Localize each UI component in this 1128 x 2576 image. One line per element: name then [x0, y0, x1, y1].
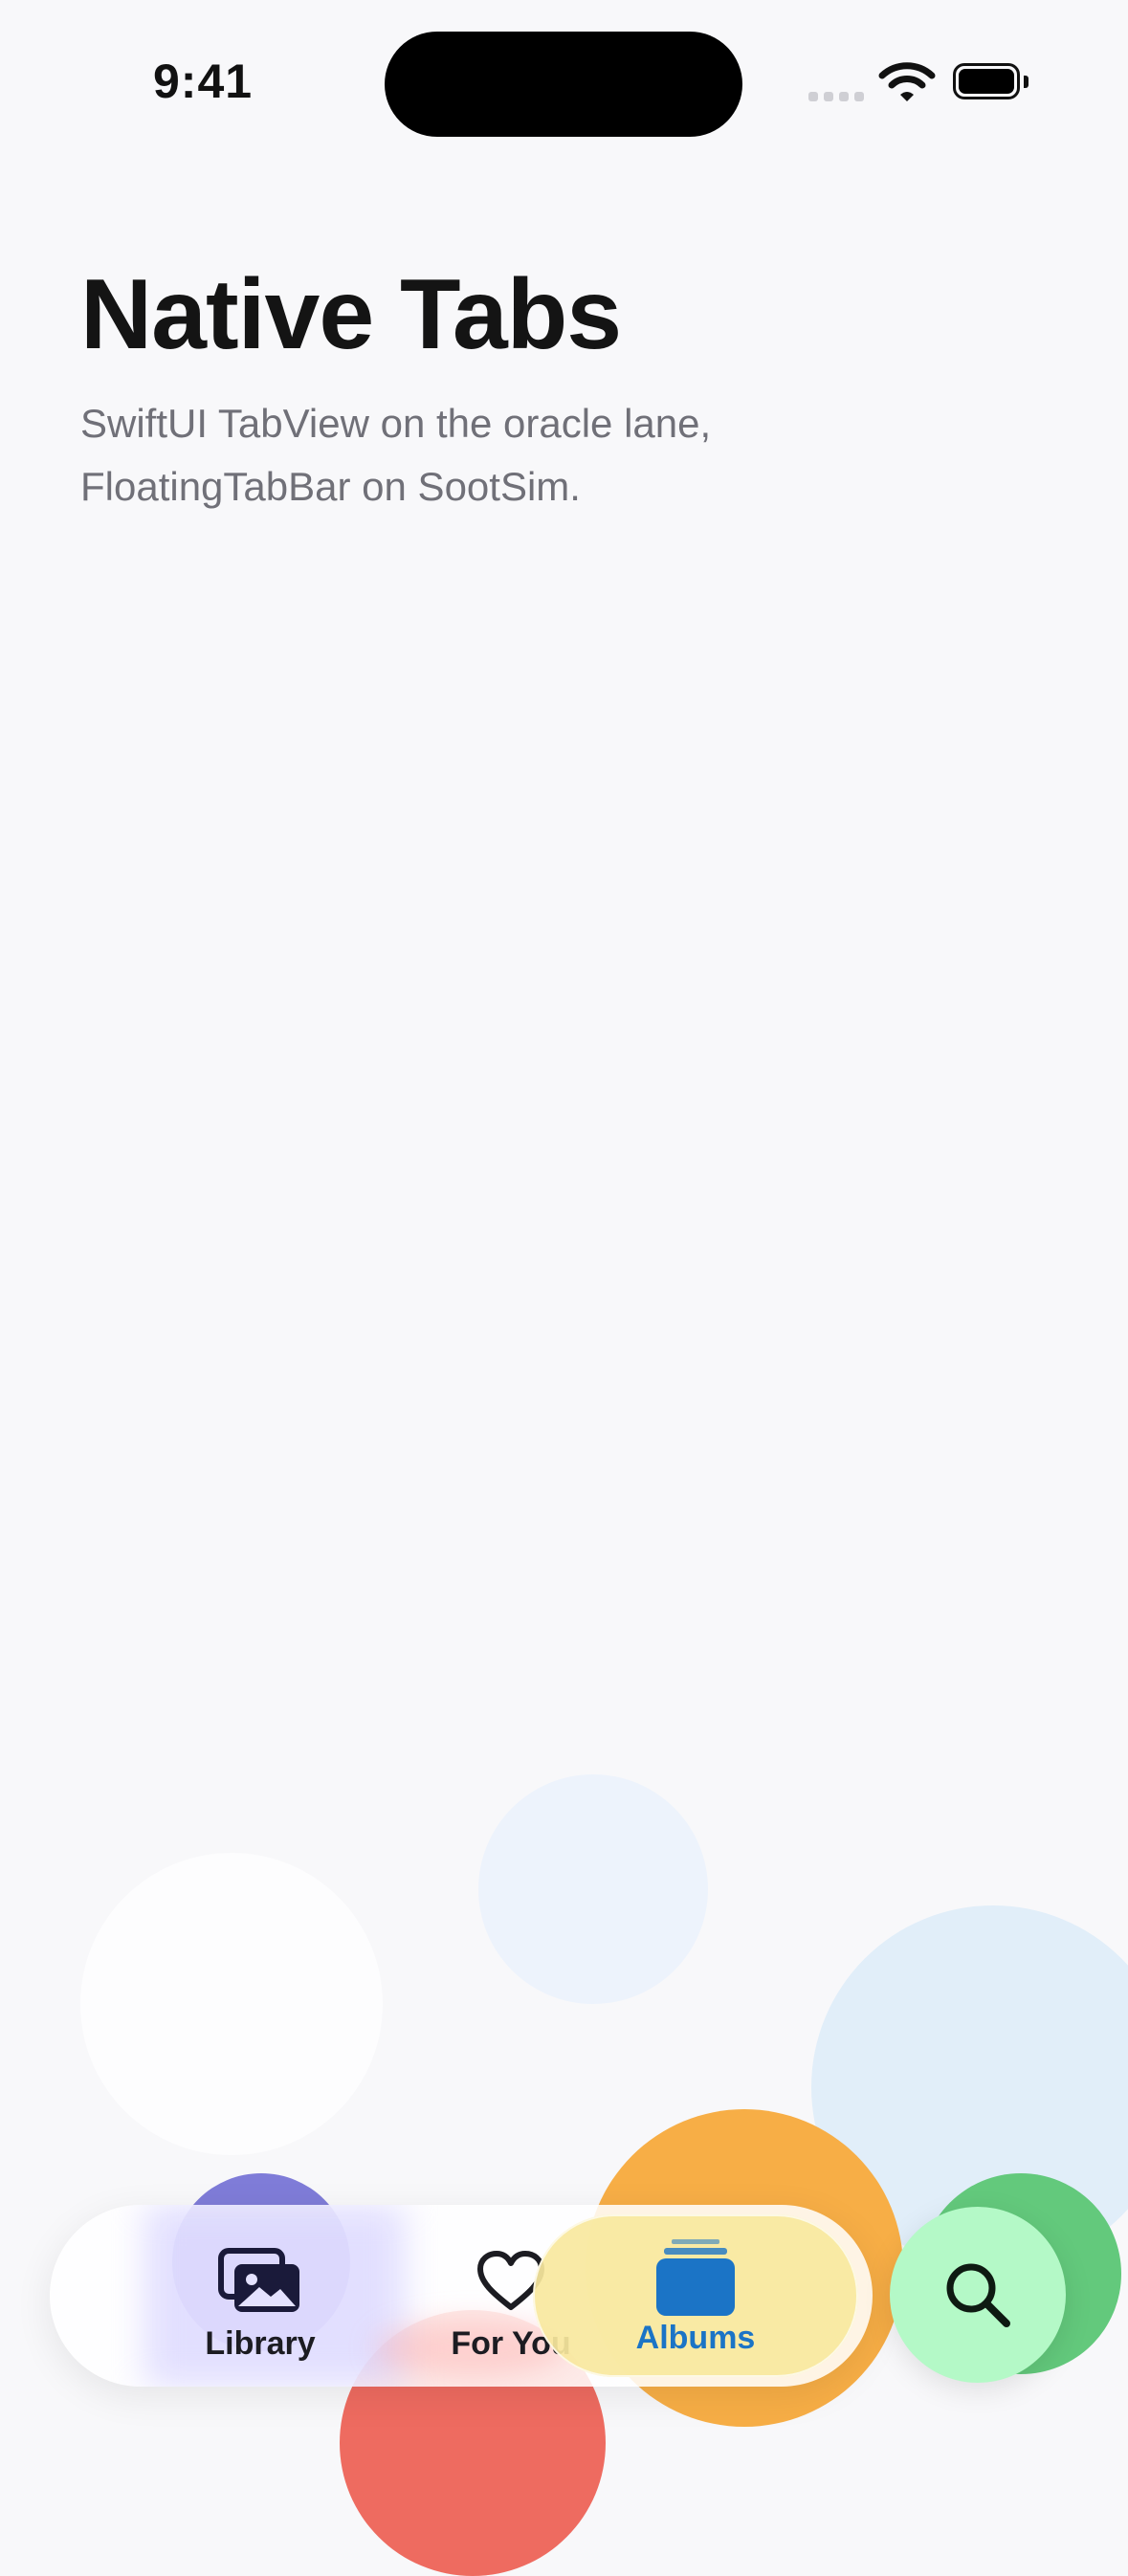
page-subtitle: SwiftUI TabView on the oracle lane, Floa… — [80, 401, 712, 509]
tab-library[interactable]: Library — [136, 2205, 385, 2387]
status-time: 9:41 — [153, 55, 254, 108]
photo-stack-icon — [218, 2248, 299, 2312]
decorative-bubble — [80, 1853, 383, 2155]
battery-icon — [953, 63, 1029, 103]
floating-tab-bar: Library For You Albums — [50, 2205, 873, 2387]
wifi-icon — [878, 62, 936, 101]
dynamic-island — [385, 32, 742, 137]
status-bar: 9:41 — [0, 0, 1128, 172]
page-title: Native Tabs — [80, 259, 622, 370]
tab-library-label: Library — [205, 2325, 316, 2362]
album-stack-icon — [656, 2239, 735, 2316]
cellular-signal-icon — [808, 92, 866, 103]
decorative-bubble — [478, 1774, 708, 2004]
tab-albums[interactable]: Albums — [533, 2214, 858, 2377]
search-button[interactable] — [890, 2207, 1066, 2383]
tab-albums-label: Albums — [635, 2320, 756, 2356]
search-icon — [946, 2263, 1010, 2327]
